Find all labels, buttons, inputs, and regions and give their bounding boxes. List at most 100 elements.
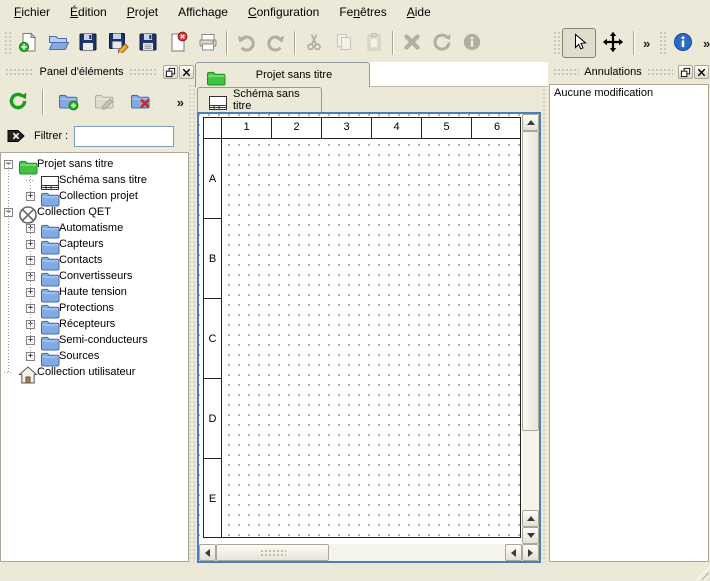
horizontal-scrollbar[interactable] xyxy=(199,544,539,561)
filter-row: Filtrer : xyxy=(0,122,195,150)
thumb-grip xyxy=(260,549,286,557)
delete-x-icon xyxy=(401,31,423,56)
float-icon xyxy=(680,66,691,81)
folder-icon xyxy=(39,348,55,364)
folder-icon xyxy=(39,284,55,300)
paste-button[interactable] xyxy=(359,28,389,58)
refresh-icon xyxy=(7,90,29,115)
diagram-border-frame: 123456 ABCDE xyxy=(203,117,521,538)
selection-mode-button[interactable] xyxy=(562,28,596,58)
tab-project[interactable]: Projet sans titre xyxy=(195,62,370,87)
arrow-left-icon xyxy=(205,549,210,557)
undo-button[interactable] xyxy=(231,28,261,58)
arrow-up-icon xyxy=(527,516,535,521)
floppy-all-icon xyxy=(137,31,159,56)
printer-icon xyxy=(197,31,219,56)
toolbar-separator xyxy=(42,89,44,115)
undo-list-item[interactable]: Aucune modification xyxy=(550,85,708,101)
print-button[interactable] xyxy=(193,28,223,58)
menu-affichage[interactable]: Affichage xyxy=(168,2,238,22)
float-panel-button[interactable] xyxy=(163,65,178,79)
visualisation-mode-button[interactable] xyxy=(596,28,630,58)
menu-bar: FichierÉditionProjetAffichageConfigurati… xyxy=(0,0,710,24)
scroll-right-button[interactable] xyxy=(522,544,539,561)
new-project-button[interactable] xyxy=(13,28,43,58)
cursor-icon xyxy=(568,31,590,56)
diagram-tab-bar: Schéma sans titre xyxy=(195,87,548,112)
redo-button[interactable] xyxy=(261,28,291,58)
float-panel-button[interactable] xyxy=(678,65,693,79)
row-label-E: E xyxy=(204,459,221,539)
folder-icon xyxy=(39,316,55,332)
scroll-left-button[interactable] xyxy=(199,544,216,561)
horizontal-scroll-thumb[interactable] xyxy=(216,544,329,561)
project-information-button[interactable] xyxy=(668,28,698,58)
status-bar xyxy=(0,565,710,581)
folder-open-icon xyxy=(47,31,69,56)
menu-edition[interactable]: Édition xyxy=(60,2,117,22)
toolbar-overflow-button[interactable]: » xyxy=(638,28,655,58)
scroll-up-button-2[interactable] xyxy=(522,510,539,527)
window-resize-grip[interactable] xyxy=(696,567,709,580)
info-blue-icon xyxy=(672,31,694,56)
elements-tree: −Projet sans titreSchéma sans titre+Coll… xyxy=(0,152,189,562)
tree-item-label: Convertisseurs xyxy=(59,270,132,282)
tree-item-collection-utilisateur[interactable]: Collection utilisateur xyxy=(1,364,188,380)
scroll-left-button-2[interactable] xyxy=(505,544,522,561)
toolbar-handle[interactable] xyxy=(4,31,11,55)
close-panel-button[interactable] xyxy=(179,65,194,79)
toolbar-separator xyxy=(294,31,296,55)
selection-properties-button[interactable] xyxy=(457,28,487,58)
save-button[interactable] xyxy=(73,28,103,58)
qelectrotech-window: FichierÉditionProjetAffichageConfigurati… xyxy=(0,0,710,581)
menu-projet[interactable]: Projet xyxy=(117,2,168,22)
folder-icon xyxy=(39,268,55,284)
tree-branch-line xyxy=(30,218,31,356)
menu-fichier[interactable]: Fichier xyxy=(4,2,60,22)
cut-button[interactable] xyxy=(299,28,329,58)
tree-item-label: Automatisme xyxy=(59,222,123,234)
elements-panel-title: Panel d'éléments xyxy=(39,66,123,78)
column-header-5: 5 xyxy=(422,118,472,138)
save-as-button[interactable] xyxy=(103,28,133,58)
info-toolbar: » xyxy=(657,26,710,60)
arrow-up-icon xyxy=(527,120,535,125)
open-project-button[interactable] xyxy=(43,28,73,58)
left-splitter-handle[interactable] xyxy=(188,84,195,562)
menu-configuration[interactable]: Configuration xyxy=(238,2,329,22)
undo-panel-titlebar: Annulations xyxy=(548,62,710,82)
delete-category-button[interactable] xyxy=(125,87,155,117)
scroll-down-button[interactable] xyxy=(522,527,539,544)
arrow-down-icon xyxy=(527,533,535,538)
main-toolbar xyxy=(2,26,487,60)
rotate-selection-button[interactable] xyxy=(427,28,457,58)
diagram-canvas[interactable]: 123456 ABCDE xyxy=(199,114,522,544)
tree-item-label: Haute tension xyxy=(59,286,127,298)
close-panel-button[interactable] xyxy=(694,65,709,79)
filter-input[interactable] xyxy=(74,126,174,147)
save-all-button[interactable] xyxy=(133,28,163,58)
clear-filter-button[interactable] xyxy=(4,125,28,147)
delete-selection-button[interactable] xyxy=(397,28,427,58)
edit-category-button[interactable] xyxy=(89,87,119,117)
reload-collections-button[interactable] xyxy=(3,87,33,117)
vertical-scrollbar[interactable] xyxy=(522,114,539,544)
undo-panel-title: Annulations xyxy=(584,66,642,78)
toolbar-overflow-button[interactable]: » xyxy=(698,28,710,58)
tab-diagram[interactable]: Schéma sans titre xyxy=(197,87,322,112)
tree-item-label: Protections xyxy=(59,302,114,314)
menu-fenetres[interactable]: Fenêtres xyxy=(329,2,396,22)
menu-aide[interactable]: Aide xyxy=(397,2,441,22)
close-project-button[interactable] xyxy=(163,28,193,58)
tree-item-label: Contacts xyxy=(59,254,102,266)
scroll-up-button[interactable] xyxy=(522,114,539,131)
toolbar-handle[interactable] xyxy=(553,31,560,55)
folder-edit-icon xyxy=(93,90,115,115)
undo-panel-dock: Annulations Aucune modification xyxy=(548,62,710,562)
elements-panel-toolbar: » xyxy=(0,82,195,122)
toolbar-handle[interactable] xyxy=(659,31,666,55)
new-category-button[interactable] xyxy=(53,87,83,117)
toolbar-overflow-button[interactable]: » xyxy=(172,87,189,117)
vertical-scroll-thumb[interactable] xyxy=(522,131,539,431)
copy-button[interactable] xyxy=(329,28,359,58)
